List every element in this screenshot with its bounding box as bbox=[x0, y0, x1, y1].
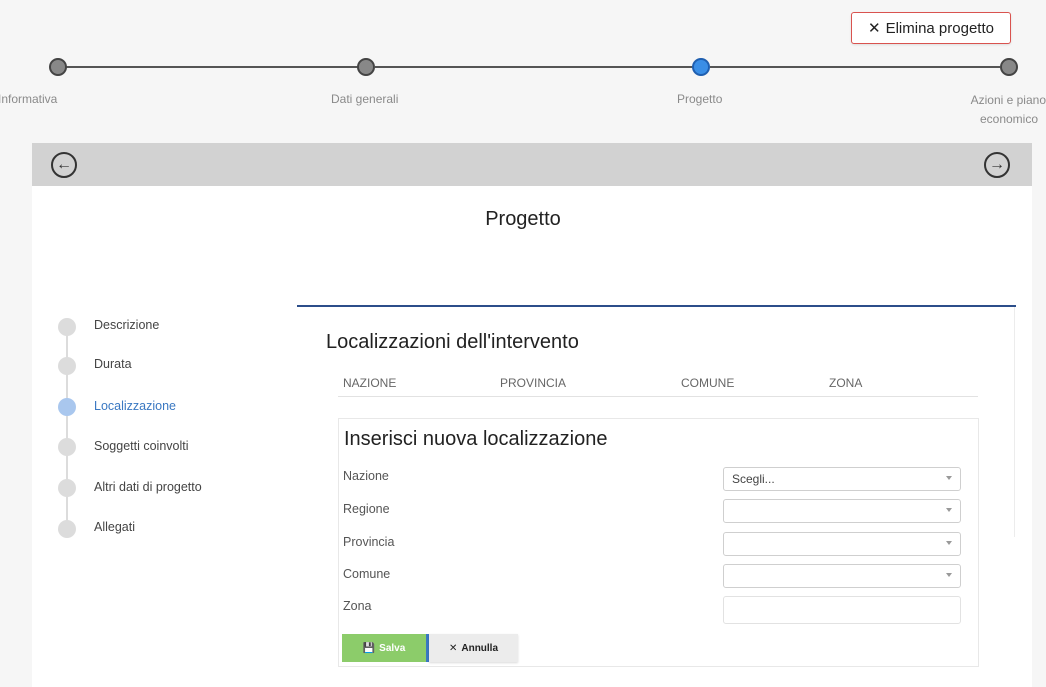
step-label-azioni[interactable]: Azioni e piano economico bbox=[946, 91, 1046, 129]
step-label-dati-generali[interactable]: Dati generali bbox=[331, 92, 398, 106]
cancel-button[interactable]: ✕ Annulla bbox=[429, 634, 518, 662]
nazione-select[interactable]: Scegli... bbox=[723, 467, 961, 491]
next-step-button[interactable]: → bbox=[984, 152, 1010, 178]
table-header-rule bbox=[338, 396, 978, 397]
chevron-down-icon bbox=[946, 541, 952, 545]
sidebar-item-altri-dati[interactable]: Altri dati di progetto bbox=[94, 480, 202, 494]
step-dot-progetto[interactable] bbox=[692, 58, 710, 76]
sidebar-dot-soggetti[interactable] bbox=[58, 438, 76, 456]
zona-input[interactable] bbox=[723, 596, 961, 624]
provincia-select[interactable] bbox=[723, 532, 961, 556]
sidebar-item-soggetti[interactable]: Soggetti coinvolti bbox=[94, 439, 189, 453]
stepper-connector bbox=[710, 66, 1000, 68]
chevron-down-icon bbox=[946, 476, 952, 480]
step-label-informativa[interactable]: Informativa bbox=[0, 92, 57, 106]
column-header-zona: ZONA bbox=[829, 376, 863, 390]
column-header-provincia: PROVINCIA bbox=[500, 376, 567, 390]
sidebar-item-durata[interactable]: Durata bbox=[94, 357, 132, 371]
step-label-azioni-line2: economico bbox=[979, 112, 1038, 126]
save-button-label: Salva bbox=[379, 642, 406, 654]
step-dot-dati-generali[interactable] bbox=[357, 58, 375, 76]
arrow-left-icon: ← bbox=[56, 156, 72, 173]
chevron-down-icon bbox=[946, 573, 952, 577]
sidebar-dot-altri-dati[interactable] bbox=[58, 479, 76, 497]
save-button[interactable]: 💾 Salva bbox=[342, 634, 429, 662]
step-label-progetto[interactable]: Progetto bbox=[677, 92, 722, 106]
sidebar-dot-durata[interactable] bbox=[58, 357, 76, 375]
comune-label: Comune bbox=[343, 567, 391, 581]
comune-select[interactable] bbox=[723, 564, 961, 588]
sidebar-dot-localizzazione[interactable] bbox=[58, 398, 76, 416]
page-title: Progetto bbox=[485, 208, 561, 230]
step-navigation-bar bbox=[32, 143, 1032, 186]
section-divider bbox=[297, 305, 1016, 307]
section-border bbox=[1014, 307, 1015, 537]
arrow-right-icon: → bbox=[989, 156, 1005, 173]
provincia-label: Provincia bbox=[343, 535, 395, 549]
locations-title: Localizzazioni dell'intervento bbox=[326, 331, 579, 353]
sidebar-item-allegati[interactable]: Allegati bbox=[94, 520, 135, 534]
nazione-select-value: Scegli... bbox=[732, 472, 775, 486]
cancel-button-label: Annulla bbox=[461, 642, 499, 654]
column-header-nazione: NAZIONE bbox=[343, 376, 397, 390]
delete-project-button[interactable]: ✕ Elimina progetto bbox=[851, 12, 1011, 44]
column-header-comune: COMUNE bbox=[681, 376, 735, 390]
previous-step-button[interactable]: ← bbox=[51, 152, 77, 178]
regione-select[interactable] bbox=[723, 499, 961, 523]
delete-project-label: Elimina progetto bbox=[885, 19, 994, 37]
step-dot-informativa[interactable] bbox=[49, 58, 67, 76]
nazione-label: Nazione bbox=[343, 469, 389, 483]
sidebar-dot-descrizione[interactable] bbox=[58, 318, 76, 336]
sidebar-item-descrizione[interactable]: Descrizione bbox=[94, 318, 159, 332]
chevron-down-icon bbox=[946, 508, 952, 512]
floppy-disk-icon: 💾 bbox=[362, 642, 376, 654]
step-label-azioni-line1: Azioni e piano bbox=[970, 93, 1046, 107]
sidebar-item-localizzazione[interactable]: Localizzazione bbox=[94, 399, 176, 413]
zona-label: Zona bbox=[343, 599, 372, 613]
stepper-connector bbox=[66, 66, 366, 68]
stepper-connector bbox=[375, 66, 695, 68]
form-title: Inserisci nuova localizzazione bbox=[344, 428, 608, 450]
sidebar-dot-allegati[interactable] bbox=[58, 520, 76, 538]
close-icon: ✕ bbox=[448, 642, 458, 654]
step-dot-azioni[interactable] bbox=[1000, 58, 1018, 76]
close-icon: ✕ bbox=[868, 20, 881, 37]
regione-label: Regione bbox=[343, 502, 390, 516]
